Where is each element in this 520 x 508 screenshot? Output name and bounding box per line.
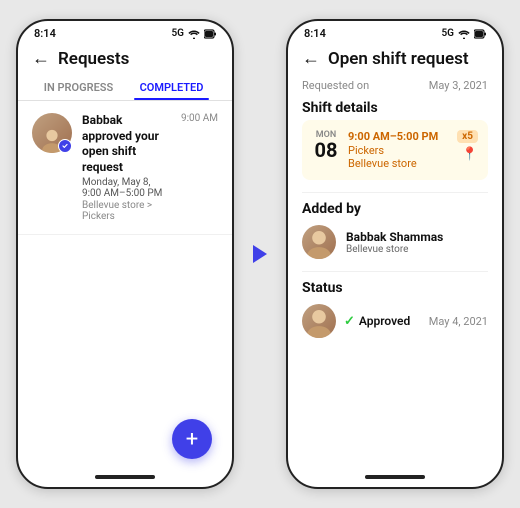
added-by-store: Bellevue store <box>346 244 443 255</box>
check-icon: ✓ <box>344 314 355 329</box>
status-date: May 4, 2021 <box>429 315 488 328</box>
shift-count-badge: x5 <box>457 130 478 143</box>
shift-role: Pickers <box>348 144 449 157</box>
status-label: Approved <box>359 314 410 328</box>
added-by-name: Babbak Shammas <box>346 230 443 244</box>
back-button-2[interactable]: ← <box>302 48 320 69</box>
requested-on-row: Requested on May 3, 2021 <box>288 73 502 96</box>
detail-header: ← Open shift request <box>288 42 502 73</box>
notification-item[interactable]: Babbak approved your open shift request … <box>18 101 232 235</box>
shift-time: 9:00 AM–5:00 PM <box>348 130 449 143</box>
notif-title: Babbak approved your open shift request <box>82 113 171 175</box>
status-icons-2: 5G <box>441 28 486 39</box>
transition-arrow <box>246 245 274 263</box>
home-indicator-1 <box>95 475 155 479</box>
time-1: 8:14 <box>34 27 56 40</box>
added-by-avatar <box>302 225 336 259</box>
time-2: 8:14 <box>304 27 326 40</box>
status-row: ✓ Approved May 4, 2021 <box>288 300 502 346</box>
notification-text: Babbak approved your open shift request … <box>82 113 171 222</box>
avatar-badge <box>58 139 72 153</box>
notif-time: 9:00 AM <box>181 113 218 124</box>
divider-1 <box>302 192 488 193</box>
shift-card: MON 08 9:00 AM–5:00 PM Pickers Bellevue … <box>302 120 488 180</box>
page-title-1: Requests <box>58 49 129 69</box>
added-by-title: Added by <box>288 197 502 221</box>
status-bar-2: 8:14 5G <box>288 21 502 42</box>
shift-info: 9:00 AM–5:00 PM Pickers Bellevue store <box>348 130 449 170</box>
added-by-row: Babbak Shammas Bellevue store <box>288 221 502 267</box>
shift-right: x5 📍 <box>457 130 478 170</box>
notif-route: Bellevue store > Pickers <box>82 200 171 222</box>
phone-2: 8:14 5G ← Open shift request <box>286 19 504 489</box>
signal-label-2: 5G <box>441 28 454 39</box>
battery-icon-2 <box>474 29 486 39</box>
pin-icon: 📍 <box>462 147 478 162</box>
shift-details-title: Shift details <box>288 96 502 120</box>
arrow-right-icon <box>253 245 267 263</box>
requested-on-date: May 3, 2021 <box>429 79 488 92</box>
avatar-container <box>32 113 72 153</box>
tab-in-progress[interactable]: IN PROGRESS <box>32 73 125 100</box>
added-by-text: Babbak Shammas Bellevue store <box>346 230 443 255</box>
fab-button[interactable]: + <box>172 419 212 459</box>
home-indicator-2 <box>365 475 425 479</box>
shift-store: Bellevue store <box>348 157 449 170</box>
wifi-icon-2 <box>457 29 471 39</box>
page-title-2: Open shift request <box>328 49 469 69</box>
status-bar-1: 8:14 5G <box>18 21 232 42</box>
divider-2 <box>302 271 488 272</box>
header-bar-1: ← Requests <box>18 42 232 73</box>
battery-icon <box>204 29 216 39</box>
status-avatar <box>302 304 336 338</box>
tabs-bar: IN PROGRESS COMPLETED <box>18 73 232 101</box>
day-number: 08 <box>315 140 338 160</box>
notif-sub: Monday, May 8, 9:00 AM–5:00 PM <box>82 177 171 199</box>
status-title: Status <box>288 276 502 300</box>
shift-day: MON 08 <box>312 130 340 170</box>
tab-completed[interactable]: COMPLETED <box>125 73 218 100</box>
phone-2-content: ← Open shift request Requested on May 3,… <box>288 42 502 475</box>
wifi-icon <box>187 29 201 39</box>
back-button-1[interactable]: ← <box>32 48 50 69</box>
phone-1-content: ← Requests IN PROGRESS COMPLETED <box>18 42 232 475</box>
signal-label-1: 5G <box>171 28 184 39</box>
requested-on-label: Requested on <box>302 79 369 92</box>
phone-1: 8:14 5G ← Requests IN <box>16 19 234 489</box>
status-approved: ✓ Approved <box>344 314 410 329</box>
status-icons-1: 5G <box>171 28 216 39</box>
